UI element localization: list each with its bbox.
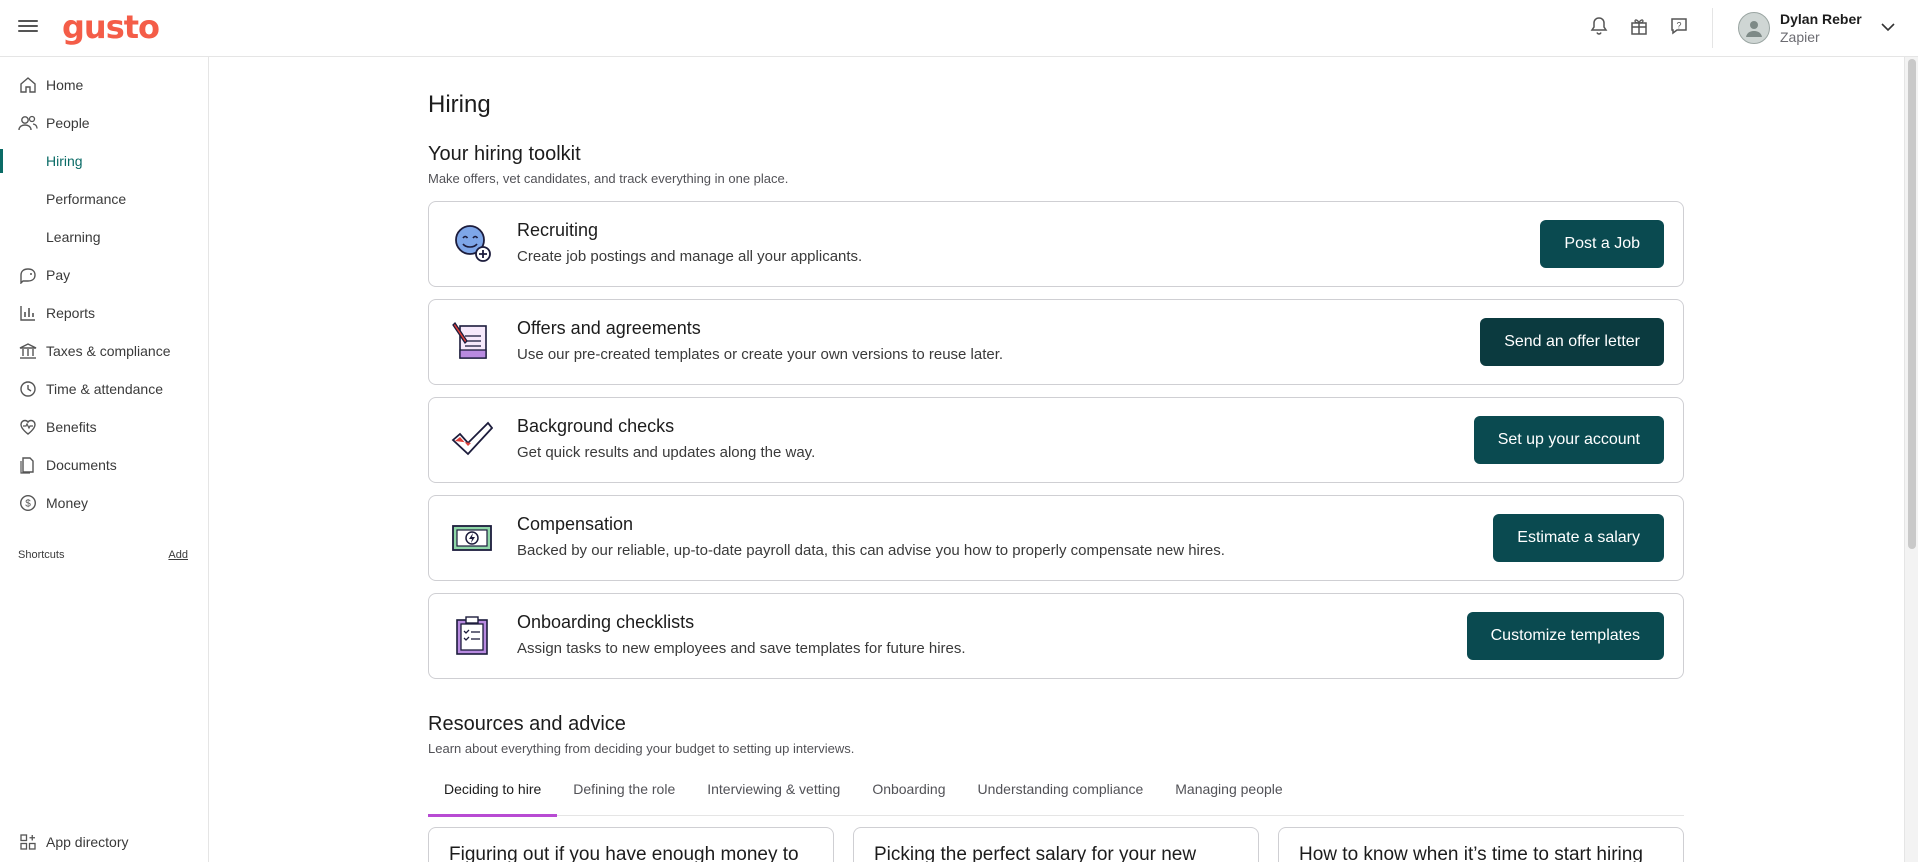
gusto-logo[interactable]: gusto <box>62 8 160 46</box>
avatar <box>1738 12 1770 44</box>
dollar-icon: $ <box>18 493 38 513</box>
hamburger-menu-icon[interactable] <box>18 17 38 37</box>
checkmark-icon <box>451 418 494 460</box>
header-divider <box>1712 8 1713 48</box>
customize-templates-button[interactable]: Customize templates <box>1466 612 1664 660</box>
sidebar-item-label: Taxes & compliance <box>46 343 171 359</box>
sidebar-item-learning[interactable]: Learning <box>0 218 208 256</box>
tab-deciding-to-hire[interactable]: Deciding to hire <box>428 773 558 817</box>
article-card[interactable]: Figuring out if you have enough money to <box>428 827 834 862</box>
sidebar-item-label: Documents <box>46 457 117 473</box>
chevron-down-icon[interactable] <box>1880 19 1896 37</box>
article-card[interactable]: Picking the perfect salary for your new <box>853 827 1259 862</box>
sidebar-item-app-directory[interactable]: App directory <box>0 823 208 861</box>
resources-subtitle: Learn about everything from deciding you… <box>428 741 855 756</box>
card-title: Recruiting <box>517 220 599 240</box>
card-title: Background checks <box>517 416 675 436</box>
clipboard-icon <box>451 614 493 656</box>
sidebar-item-pay[interactable]: Pay <box>0 256 208 294</box>
card-description: Get quick results and updates along the … <box>517 444 816 461</box>
bank-icon <box>18 341 38 361</box>
sidebar-item-label: Pay <box>46 267 71 283</box>
heart-icon <box>18 417 38 437</box>
background-checks-card: Background checks Get quick results and … <box>428 397 1684 483</box>
tab-interviewing-vetting[interactable]: Interviewing & vetting <box>691 773 856 816</box>
people-icon <box>18 113 38 133</box>
app-directory-container: App directory <box>0 823 208 861</box>
sidebar-item-money[interactable]: $ Money <box>0 484 208 522</box>
sidebar-item-label: Performance <box>46 191 127 207</box>
sidebar-item-label: Time & attendance <box>46 381 163 397</box>
sidebar-item-taxes[interactable]: Taxes & compliance <box>0 332 208 370</box>
user-menu[interactable]: Dylan Reber Zapier <box>1738 10 1896 46</box>
resources-tabs: Deciding to hire Defining the role Inter… <box>428 773 1684 817</box>
tab-understanding-compliance[interactable]: Understanding compliance <box>961 773 1159 816</box>
sidebar-item-label: People <box>46 115 90 131</box>
sidebar-item-label: Home <box>46 77 84 93</box>
sidebar-item-label: Reports <box>46 305 96 321</box>
sidebar-item-benefits[interactable]: Benefits <box>0 408 208 446</box>
clock-icon <box>18 379 38 399</box>
add-shortcut-link[interactable]: Add <box>168 549 188 561</box>
sidebar-item-label: App directory <box>46 834 129 850</box>
sidebar: Home People Hiring Performance Learning … <box>0 57 209 862</box>
home-icon <box>18 75 38 95</box>
send-offer-letter-button[interactable]: Send an offer letter <box>1480 318 1664 366</box>
resources-title: Resources and advice <box>428 713 626 735</box>
page-title: Hiring <box>428 91 491 118</box>
card-description: Backed by our reliable, up-to-date payro… <box>517 542 1225 559</box>
card-description: Use our pre-created templates or create … <box>517 346 1004 363</box>
pay-icon <box>18 265 38 285</box>
recruiting-card: Recruiting Create job postings and manag… <box>428 201 1684 287</box>
scrollbar-thumb[interactable] <box>1908 59 1916 549</box>
top-bar: gusto ? Dylan Reber Zapier <box>0 0 1918 57</box>
sidebar-item-label: Learning <box>46 229 101 245</box>
bell-icon[interactable] <box>1588 15 1610 37</box>
offer-letter-icon <box>451 320 493 362</box>
shortcuts-label: Shortcuts <box>18 549 65 561</box>
sidebar-item-reports[interactable]: Reports <box>0 294 208 332</box>
post-job-button[interactable]: Post a Job <box>1540 220 1664 268</box>
sidebar-item-performance[interactable]: Performance <box>0 180 208 218</box>
gift-icon[interactable] <box>1628 15 1650 37</box>
page-scrollbar[interactable] <box>1904 57 1918 862</box>
sidebar-item-label: Hiring <box>46 153 83 169</box>
tab-onboarding[interactable]: Onboarding <box>856 773 961 816</box>
help-icon[interactable]: ? <box>1668 15 1690 37</box>
estimate-salary-button[interactable]: Estimate a salary <box>1493 514 1664 562</box>
toolkit-title: Your hiring toolkit <box>428 143 581 165</box>
sidebar-item-label: Benefits <box>46 419 97 435</box>
sidebar-item-documents[interactable]: Documents <box>0 446 208 484</box>
sidebar-item-home[interactable]: Home <box>0 66 208 104</box>
card-description: Create job postings and manage all your … <box>517 248 863 265</box>
compensation-card: Compensation Backed by our reliable, up-… <box>428 495 1684 581</box>
card-title: Compensation <box>517 514 634 534</box>
svg-text:?: ? <box>1676 21 1681 31</box>
money-bill-icon <box>451 516 493 558</box>
header-icons: ? <box>1588 15 1690 37</box>
reports-icon <box>18 303 38 323</box>
sidebar-item-label: Money <box>46 495 89 511</box>
tab-managing-people[interactable]: Managing people <box>1159 773 1298 816</box>
set-up-account-button[interactable]: Set up your account <box>1473 416 1664 464</box>
toolkit-subtitle: Make offers, vet candidates, and track e… <box>428 171 789 186</box>
card-title: Offers and agreements <box>517 318 701 338</box>
card-title: Onboarding checklists <box>517 612 695 632</box>
sidebar-item-people[interactable]: People <box>0 104 208 142</box>
user-name: Dylan Reber <box>1780 11 1862 27</box>
offers-card: Offers and agreements Use our pre-create… <box>428 299 1684 385</box>
article-card[interactable]: How to know when it’s time to start hiri… <box>1278 827 1684 862</box>
onboarding-card: Onboarding checklists Assign tasks to ne… <box>428 593 1684 679</box>
svg-text:$: $ <box>25 499 31 510</box>
sidebar-item-hiring[interactable]: Hiring <box>0 142 208 180</box>
tab-defining-the-role[interactable]: Defining the role <box>557 773 691 816</box>
card-description: Assign tasks to new employees and save t… <box>517 640 966 657</box>
sidebar-item-time[interactable]: Time & attendance <box>0 370 208 408</box>
documents-icon <box>18 455 38 475</box>
recruiting-icon <box>451 222 493 264</box>
user-org: Zapier <box>1780 29 1820 45</box>
app-grid-icon <box>18 832 38 852</box>
shortcuts-section: Shortcuts Add <box>18 549 188 561</box>
